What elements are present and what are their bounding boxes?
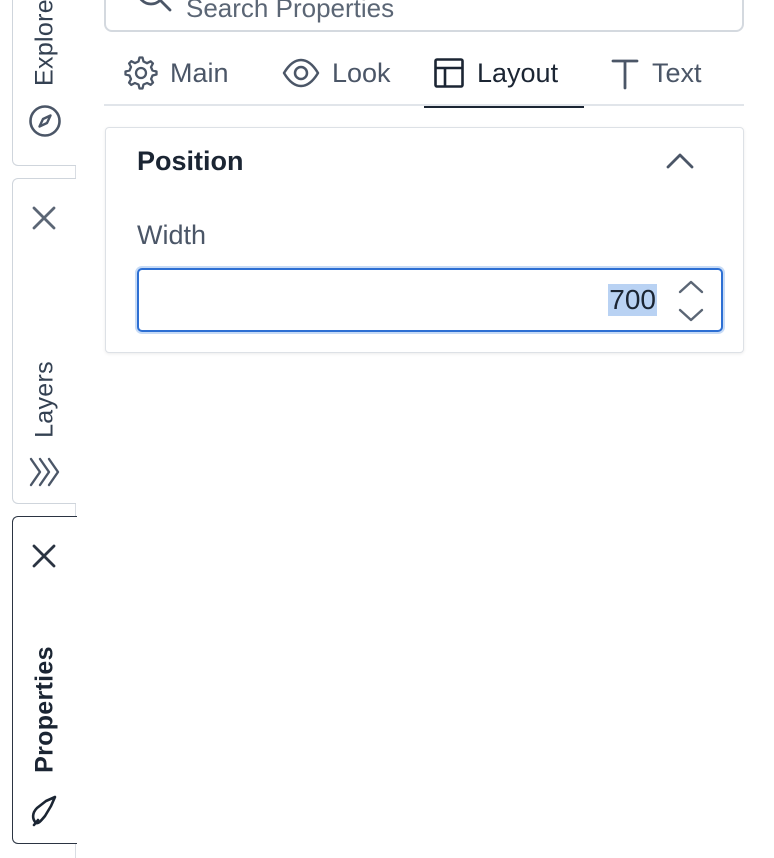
layers-chevrons-icon [29,457,60,487]
width-value[interactable]: 700 [608,284,657,316]
width-number-input[interactable]: 700 [137,268,723,332]
width-field-label: Width [137,220,207,250]
chevron-up-icon [678,280,704,294]
tab-main-label: Main [170,57,229,88]
layout-icon [434,58,464,88]
text-t-icon [611,59,639,90]
search-properties-box[interactable] [104,0,744,32]
chevron-down-icon [678,308,704,322]
drop-pen-icon [31,795,57,827]
search-properties-input[interactable] [186,0,726,28]
layers-tab-label: Layers [30,361,59,438]
search-icon [139,0,172,12]
width-increment-button[interactable] [675,276,707,298]
position-section: Position Width 700 [105,127,744,353]
compass-icon [29,105,61,137]
explore-tab[interactable]: Explore [12,0,76,166]
properties-tab-label: Properties [30,646,59,773]
tab-layout[interactable]: Layout [424,40,584,108]
gear-icon [124,56,158,90]
chevron-up-icon [666,153,694,169]
tab-look[interactable]: Look [282,40,391,106]
close-icon [32,544,56,568]
tab-text[interactable]: Text [610,40,702,106]
close-layers-button[interactable] [29,203,59,233]
close-properties-button[interactable] [29,541,59,571]
close-icon [32,206,56,230]
collapse-section-button[interactable] [662,146,698,176]
eye-icon [282,58,320,88]
layers-tab[interactable]: Layers [12,178,76,504]
tab-look-label: Look [332,57,391,88]
properties-tab-bar: Main Look Layout Text [104,40,744,108]
tab-main[interactable]: Main [124,40,229,106]
tab-text-label: Text [652,57,702,88]
side-tab-rail: Explore Layers Properties [0,0,77,858]
width-decrement-button[interactable] [675,304,707,326]
properties-tab[interactable]: Properties [12,516,77,844]
tab-layout-label: Layout [477,57,559,88]
explore-tab-label: Explore [30,0,59,86]
section-title: Position [137,146,244,176]
